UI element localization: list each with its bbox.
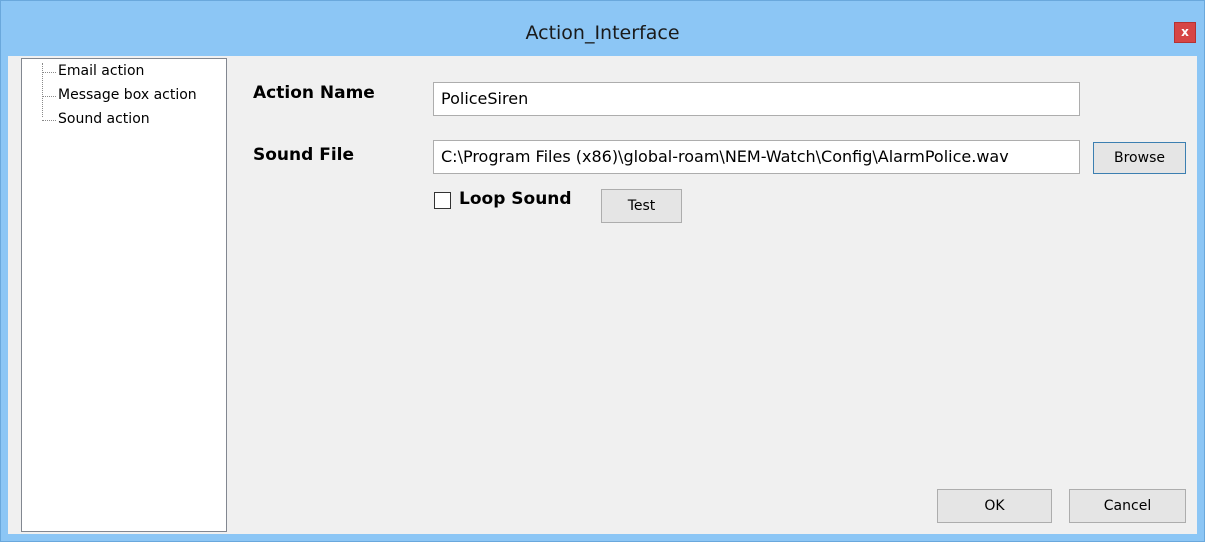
test-button[interactable]: Test	[601, 189, 682, 223]
loop-sound-checkbox[interactable]	[434, 192, 451, 209]
cancel-button[interactable]: Cancel	[1069, 489, 1186, 523]
sound-file-label: Sound File	[253, 145, 355, 165]
tree-branch-line	[42, 96, 56, 97]
ok-button[interactable]: OK	[937, 489, 1052, 523]
loop-sound-label[interactable]: Loop Sound	[459, 189, 572, 209]
action-type-tree[interactable]: Email action Message box action Sound ac…	[21, 58, 227, 532]
action-name-label: Action Name	[253, 83, 375, 103]
action-name-input[interactable]: PoliceSiren	[433, 82, 1080, 116]
tree-item-label: Sound action	[58, 111, 150, 127]
action-interface-window: Action_Interface x Email action Message …	[0, 0, 1205, 542]
tree-branch-line	[42, 120, 56, 121]
window-title: Action_Interface	[525, 22, 680, 44]
sound-file-input[interactable]: C:\Program Files (x86)\global-roam\NEM-W…	[433, 140, 1080, 174]
tree-branch-line	[42, 72, 56, 73]
close-button[interactable]: x	[1174, 22, 1196, 43]
tree-item-label: Message box action	[58, 87, 197, 103]
browse-button[interactable]: Browse	[1093, 142, 1186, 174]
tree-item-label: Email action	[58, 63, 145, 79]
dialog-client-area: Email action Message box action Sound ac…	[8, 56, 1197, 534]
title-bar[interactable]: Action_Interface x	[1, 1, 1204, 56]
